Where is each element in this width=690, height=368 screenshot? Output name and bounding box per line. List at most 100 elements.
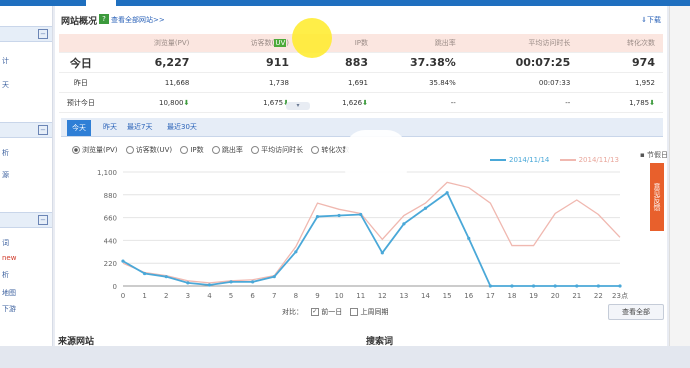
- sidebar-item[interactable]: 下游: [2, 304, 16, 314]
- series-line: [122, 191, 620, 287]
- data-point: [207, 283, 212, 287]
- down-arrow-icon: ⬇: [362, 98, 369, 107]
- collapse-icon[interactable]: −: [38, 125, 48, 135]
- cell: --: [376, 92, 464, 113]
- col-header[interactable]: 浏览量(PV): [102, 34, 198, 53]
- cell: 1,952: [578, 72, 663, 93]
- checkbox-prev-day[interactable]: ✓: [311, 308, 320, 316]
- sidebar-item[interactable]: 源: [2, 170, 9, 180]
- footer-bar: [0, 346, 690, 368]
- metric-uv[interactable]: 访客数(UV): [125, 145, 172, 155]
- metric-pv[interactable]: 浏览量(PV): [72, 145, 117, 155]
- sidebar-section[interactable]: −: [0, 212, 52, 228]
- col-header[interactable]: 跳出率: [376, 34, 464, 53]
- x-tick-label: 3: [186, 292, 190, 300]
- cell: 6,227: [102, 52, 198, 73]
- scrollbar[interactable]: [669, 6, 690, 346]
- x-tick-label: 4: [207, 292, 212, 300]
- metric-duration[interactable]: 平均访问时长: [251, 145, 303, 155]
- x-tick-label: 20: [551, 292, 560, 300]
- radio-icon: [251, 146, 260, 154]
- sidebar-section[interactable]: −: [0, 26, 52, 42]
- data-point: [467, 236, 471, 240]
- data-point: [445, 191, 449, 195]
- data-point: [251, 280, 255, 284]
- metric-ip[interactable]: IP数: [180, 145, 204, 155]
- sidebar: − 计 天 − 析 源 − 词 new 析 地图 下游: [0, 6, 53, 346]
- col-header[interactable]: 平均访问时长: [463, 34, 579, 53]
- x-tick-label: 23点: [612, 292, 628, 300]
- data-point: [186, 281, 190, 285]
- cell: 11,668: [102, 72, 198, 93]
- data-point: [143, 271, 147, 276]
- collapse-icon[interactable]: −: [38, 29, 48, 39]
- metric-conversion[interactable]: 转化次数: [311, 145, 349, 155]
- sidebar-item[interactable]: 地图: [2, 288, 16, 298]
- trend-chart: 02204406608801,1000 1 2 3 4 5 6 7 8 9 10 11 12 13 14 15…: [97, 169, 628, 300]
- table-row: 昨日 11,668 1,738 1,691 35.84% 00:07:33 1,…: [59, 72, 663, 93]
- radio-icon: [72, 146, 80, 154]
- sidebar-item-new[interactable]: new: [2, 254, 16, 262]
- x-tick-label: 19: [529, 292, 538, 300]
- down-arrow-icon: ⬇: [649, 98, 655, 107]
- page-title: 网站概况: [61, 17, 98, 27]
- square-icon: ▪: [640, 151, 645, 159]
- metric-options: 浏览量(PV) 访客数(UV) IP数 跳出率 平均访问时长 转化次数: [72, 145, 355, 155]
- col-header[interactable]: 转化次数: [578, 34, 663, 53]
- view-all-button[interactable]: 查看全部: [608, 304, 664, 320]
- data-point: [380, 251, 384, 255]
- col-header-uv[interactable]: 访客数(UV): [197, 34, 298, 53]
- uv-prefix: 访客数(: [250, 39, 275, 47]
- tooltip-overlay: [345, 130, 407, 190]
- x-tick-label: 22: [594, 292, 603, 300]
- sidebar-item[interactable]: 计: [2, 56, 9, 66]
- view-all-sites-link[interactable]: 查看全部网站>>: [111, 15, 165, 25]
- cell: 10,800: [159, 98, 184, 107]
- row-label: 昨日: [59, 72, 103, 93]
- cell: 37.38%: [376, 52, 464, 73]
- x-tick-label: 7: [272, 292, 276, 300]
- cell: 974: [578, 52, 663, 73]
- legend-swatch: [559, 159, 576, 161]
- checkbox-last-week[interactable]: [350, 308, 359, 316]
- tab-last30[interactable]: 最近30天: [167, 122, 197, 132]
- tab-last7[interactable]: 最近7天: [127, 122, 152, 132]
- radio-icon: [180, 146, 189, 154]
- cell: 1,675: [263, 98, 284, 107]
- x-tick-label: 18: [507, 292, 516, 300]
- stats-table: 浏览量(PV) 访客数(UV) IP数 跳出率 平均访问时长 转化次数 今日 6…: [59, 34, 663, 113]
- holiday-toggle[interactable]: ▪ 节假日: [640, 150, 668, 160]
- collapse-icon[interactable]: −: [38, 215, 48, 225]
- data-point: [510, 284, 514, 288]
- data-point: [596, 284, 600, 288]
- data-point: [488, 284, 492, 288]
- app-window: − 计 天 − 析 源 − 词 new 析 地图 下游 网站概况 ? 查看全部网…: [0, 0, 690, 368]
- x-tick-label: 5: [229, 292, 233, 300]
- data-point: [575, 284, 579, 288]
- sidebar-item[interactable]: 天: [2, 80, 9, 90]
- sidebar-item[interactable]: 析: [2, 148, 9, 158]
- help-icon[interactable]: ?: [99, 14, 109, 24]
- sidebar-item[interactable]: 词: [2, 238, 9, 248]
- sidebar-item[interactable]: 析: [2, 270, 9, 280]
- sidebar-section[interactable]: −: [0, 122, 52, 138]
- y-tick-label: 660: [104, 215, 117, 223]
- x-tick-label: 9: [315, 292, 319, 300]
- download-link[interactable]: ⇓下载: [641, 15, 661, 25]
- y-tick-label: 220: [104, 260, 117, 268]
- collapse-toggle[interactable]: ▾: [286, 102, 310, 110]
- x-tick-label: 15: [443, 292, 452, 300]
- feedback-button[interactable]: 意见反馈: [650, 163, 664, 231]
- data-point: [553, 284, 557, 288]
- metric-bounce[interactable]: 跳出率: [211, 145, 243, 155]
- title-row: 网站概况 ? 查看全部网站>> ⇓下载: [55, 6, 667, 32]
- y-tick-label: 1,100: [97, 169, 117, 177]
- data-point: [423, 206, 428, 210]
- table-row: 今日 6,227 911 883 37.38% 00:07:25 974: [59, 52, 663, 73]
- cell: 1,626: [342, 98, 363, 107]
- tab-yesterday[interactable]: 昨天: [103, 122, 117, 132]
- data-point: [121, 259, 125, 263]
- data-point: [337, 213, 341, 218]
- tab-today[interactable]: 今天: [67, 120, 91, 136]
- cell: 35.84%: [376, 72, 464, 93]
